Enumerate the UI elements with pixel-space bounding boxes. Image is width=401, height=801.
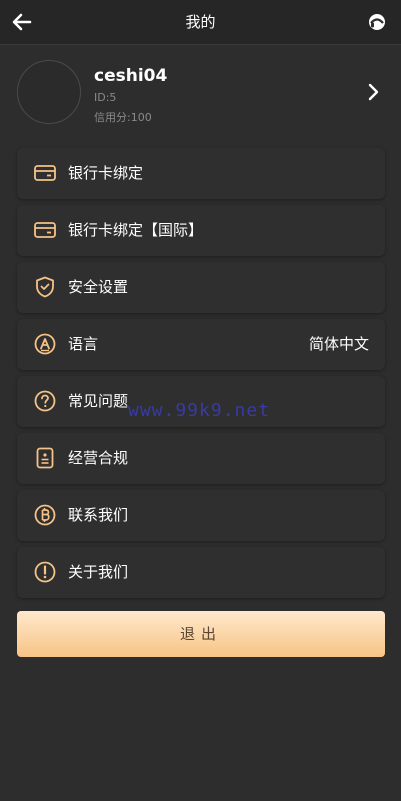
avatar[interactable] xyxy=(17,60,81,124)
card-icon xyxy=(33,161,57,185)
menu-item-about[interactable]: 关于我们 xyxy=(17,547,385,598)
watermark-text: www.99k9.net xyxy=(128,400,271,421)
username: ceshi04 xyxy=(94,66,168,86)
menu-item-label: 经营合规 xyxy=(68,449,129,467)
profile-card[interactable]: ceshi04 ID:5 信用分:100 xyxy=(0,44,401,140)
chevron-right-icon[interactable] xyxy=(367,82,381,102)
shield-icon xyxy=(33,275,57,299)
menu-item-label: 银行卡绑定 xyxy=(68,164,144,182)
menu-item-label: 安全设置 xyxy=(68,278,129,296)
page-title: 我的 xyxy=(185,13,216,31)
menu-item-contact[interactable]: 联系我们 xyxy=(17,490,385,541)
question-icon xyxy=(33,389,57,413)
menu-item-bank-card-intl[interactable]: 银行卡绑定【国际】 xyxy=(17,205,385,256)
menu-item-label: 联系我们 xyxy=(68,506,129,524)
menu-item-label: 关于我们 xyxy=(68,563,129,581)
info-exclamation-icon xyxy=(33,560,57,584)
menu-item-security[interactable]: 安全设置 xyxy=(17,262,385,313)
bitcoin-icon xyxy=(33,503,57,527)
menu-item-bank-card[interactable]: 银行卡绑定 xyxy=(17,148,385,199)
user-id: ID:5 xyxy=(94,91,117,104)
menu-item-label: 语言 xyxy=(68,335,99,353)
menu-item-language[interactable]: 语言 简体中文 xyxy=(17,319,385,370)
language-value: 简体中文 xyxy=(308,335,369,353)
card-icon xyxy=(33,218,57,242)
credit-score: 信用分:100 xyxy=(94,111,152,124)
menu-item-label: 银行卡绑定【国际】 xyxy=(68,221,204,239)
menu-item-label: 常见问题 xyxy=(68,392,129,410)
menu-item-compliance[interactable]: 经营合规 xyxy=(17,433,385,484)
logout-button[interactable]: 退出 xyxy=(17,611,385,657)
top-bar: 我的 xyxy=(0,0,401,45)
compliance-doc-icon xyxy=(33,446,57,470)
menu-list: 银行卡绑定 银行卡绑定【国际】 安全设置 语言 简体中文 常见问题 经营合规 联… xyxy=(17,148,385,604)
headset-icon[interactable] xyxy=(367,12,387,32)
language-a-icon xyxy=(33,332,57,356)
